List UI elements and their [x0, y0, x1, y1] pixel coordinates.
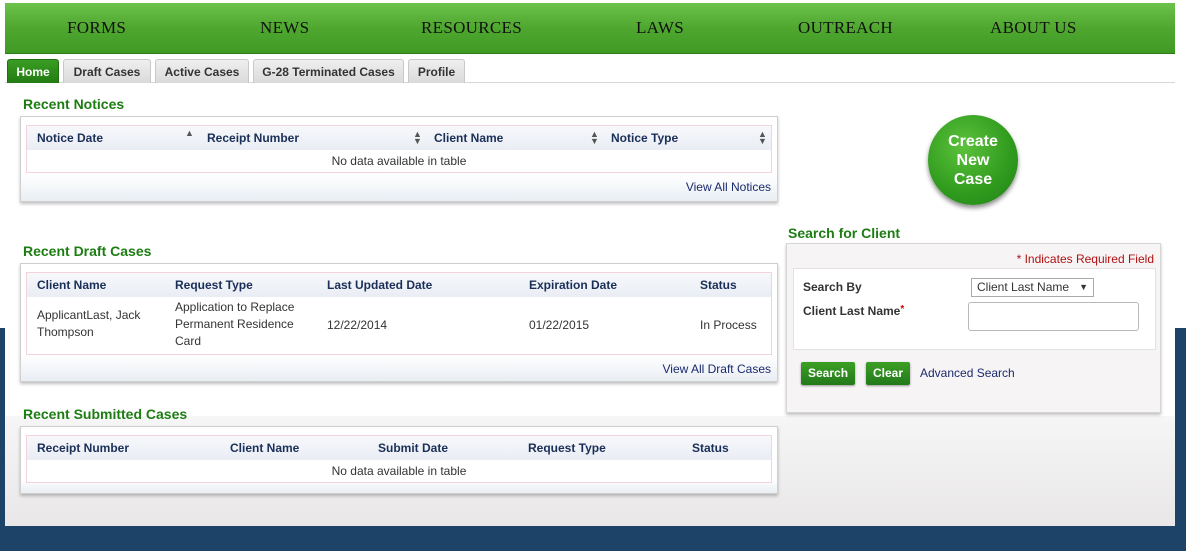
search-client-panel: * Indicates Required Field Search By Cli… [786, 243, 1161, 413]
notices-table: Notice Date ▲ Receipt Number ▲ ▼ Client N… [26, 125, 772, 173]
col-client-name[interactable]: Client Name [37, 278, 106, 292]
tab-bar: Home Draft Cases Active Cases G-28 Termi… [5, 58, 1175, 83]
required-field-note: * Indicates Required Field [1016, 252, 1154, 266]
draft-cases-table-header: Client Name Request Type Last Updated Da… [27, 273, 771, 297]
col-notice-type[interactable]: Notice Type [611, 131, 678, 145]
notices-table-header: Notice Date ▲ Receipt Number ▲ ▼ Client N… [27, 126, 771, 150]
draft-expiration-date: 01/22/2015 [529, 318, 590, 332]
search-fields-box: Search By Client Last Name ▼ Client Last… [793, 268, 1156, 350]
draft-last-updated: 12/22/2014 [327, 318, 388, 332]
nav-resources[interactable]: RESOURCES [421, 18, 522, 38]
view-all-draft-cases-link[interactable]: View All Draft Cases [663, 362, 772, 376]
page-frame: FORMS NEWS RESOURCES LAWS OUTREACH ABOUT… [5, 3, 1175, 526]
col-notice-date[interactable]: Notice Date [37, 131, 103, 145]
tab-g28-terminated-cases[interactable]: G-28 Terminated Cases [253, 59, 404, 83]
client-last-name-label: Client Last Name* [803, 304, 904, 318]
col-status[interactable]: Status [700, 278, 737, 292]
draft-client-name-link[interactable]: ApplicantLast, Jack Thompson [37, 307, 157, 341]
nav-news[interactable]: NEWS [260, 18, 309, 38]
advanced-search-link[interactable]: Advanced Search [920, 366, 1015, 380]
client-last-name-input[interactable] [968, 302, 1139, 331]
sort-ascending-icon[interactable]: ▲ [185, 129, 194, 138]
col-expiration-date[interactable]: Expiration Date [529, 278, 617, 292]
sort-both-icon[interactable]: ▲ ▼ [758, 130, 767, 146]
draft-cases-table: Client Name Request Type Last Updated Da… [26, 272, 772, 355]
tab-profile[interactable]: Profile [408, 59, 465, 83]
col-request-type[interactable]: Request Type [175, 278, 253, 292]
submitted-cases-table-header: Receipt Number Client Name Submit Date R… [27, 436, 771, 460]
search-button[interactable]: Search [801, 362, 856, 385]
nav-about-us[interactable]: ABOUT US [990, 18, 1077, 38]
col-client-name[interactable]: Client Name [230, 441, 299, 455]
panel-footer [21, 175, 777, 201]
nav-laws[interactable]: LAWS [636, 18, 684, 38]
submitted-empty-message: No data available in table [27, 460, 771, 482]
sort-both-icon[interactable]: ▲ ▼ [590, 130, 599, 146]
search-for-client-title: Search for Client [788, 225, 901, 241]
table-row: ApplicantLast, Jack Thompson Application… [27, 297, 771, 354]
nav-outreach[interactable]: OUTREACH [798, 18, 893, 38]
col-submit-date[interactable]: Submit Date [378, 441, 448, 455]
recent-notices-title: Recent Notices [23, 96, 125, 112]
required-star-icon: * [900, 304, 905, 315]
top-navigation: FORMS NEWS RESOURCES LAWS OUTREACH ABOUT… [5, 3, 1175, 54]
col-receipt-number[interactable]: Receipt Number [207, 131, 299, 145]
col-request-type[interactable]: Request Type [528, 441, 606, 455]
sort-both-icon[interactable]: ▲ ▼ [413, 130, 422, 146]
tab-draft-cases[interactable]: Draft Cases [63, 59, 151, 83]
create-new-case-button[interactable]: Create New Case [928, 115, 1018, 205]
client-last-name-label-text: Client Last Name [803, 304, 901, 318]
recent-submitted-cases-title: Recent Submitted Cases [23, 406, 188, 422]
col-last-updated-date[interactable]: Last Updated Date [327, 278, 432, 292]
caret-down-icon: ▼ [1079, 282, 1088, 292]
col-client-name[interactable]: Client Name [434, 131, 503, 145]
recent-draft-cases-panel: Client Name Request Type Last Updated Da… [20, 263, 778, 382]
nav-forms[interactable]: FORMS [67, 18, 126, 38]
col-status[interactable]: Status [692, 441, 729, 455]
view-all-notices-link[interactable]: View All Notices [686, 180, 771, 194]
search-by-label: Search By [803, 280, 862, 294]
search-by-select[interactable]: Client Last Name ▼ [971, 278, 1094, 297]
recent-draft-cases-title: Recent Draft Cases [23, 243, 152, 259]
tab-home[interactable]: Home [7, 59, 59, 83]
notices-empty-message: No data available in table [27, 150, 771, 172]
draft-request-type: Application to Replace Permanent Residen… [175, 300, 295, 348]
tab-active-cases[interactable]: Active Cases [155, 59, 249, 83]
col-receipt-number[interactable]: Receipt Number [37, 441, 129, 455]
recent-notices-panel: Notice Date ▲ Receipt Number ▲ ▼ Client N… [20, 116, 778, 202]
submitted-cases-table: Receipt Number Client Name Submit Date R… [26, 435, 772, 483]
search-by-selected-value: Client Last Name [977, 280, 1070, 294]
recent-submitted-cases-panel: Receipt Number Client Name Submit Date R… [20, 426, 778, 494]
draft-status: In Process [700, 318, 757, 332]
clear-button[interactable]: Clear [866, 362, 911, 385]
